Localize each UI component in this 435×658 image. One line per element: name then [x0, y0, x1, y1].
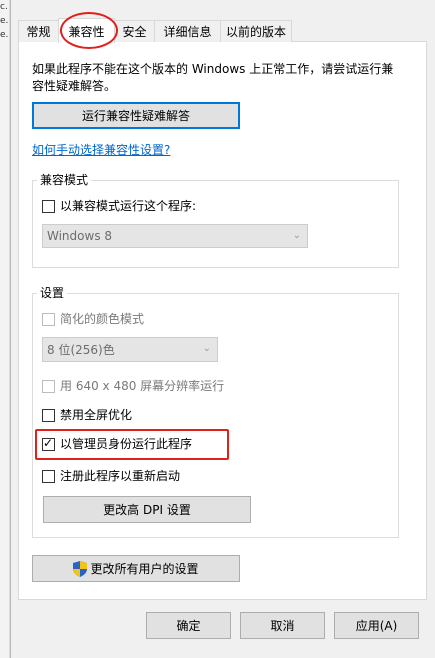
button-label: 运行兼容性疑难解答 — [81, 109, 190, 123]
run-640-checkbox[interactable] — [42, 380, 55, 393]
run-troubleshooter-button[interactable]: 运行兼容性疑难解答 — [32, 102, 240, 129]
change-all-users-button[interactable]: 更改所有用户的设置 — [32, 555, 240, 582]
reduced-color-label: 简化的颜色模式 — [60, 312, 145, 326]
button-label: 确定 — [176, 619, 201, 633]
background-glyph: e. — [0, 30, 9, 40]
annotation-ellipse — [60, 12, 118, 49]
button-label: 应用(A) — [355, 619, 398, 633]
manual-compat-link[interactable]: 如何手动选择兼容性设置? — [32, 141, 170, 159]
intro-text-line-2: 容性疑难解答。 — [32, 79, 117, 93]
tab-label: 常规 — [26, 25, 51, 39]
tab-label: 详细信息 — [163, 25, 212, 39]
compat-mode-label: 以兼容模式运行这个程序: — [60, 199, 197, 213]
uac-shield-icon — [73, 560, 88, 577]
disable-fullscreen-label: 禁用全屏优化 — [60, 408, 133, 422]
compat-mode-legend: 兼容模式 — [37, 173, 92, 187]
register-restart-checkbox[interactable] — [42, 470, 55, 483]
button-label: 取消 — [270, 619, 295, 633]
select-value: Windows 8 — [47, 229, 113, 243]
tab-details[interactable]: 详细信息 — [154, 20, 221, 42]
background-glyph: e. — [0, 16, 9, 26]
tab-general[interactable]: 常规 — [18, 20, 59, 42]
tab-label: 以前的版本 — [225, 25, 286, 39]
chevron-down-icon: ⌄ — [202, 343, 211, 354]
register-restart-label: 注册此程序以重新启动 — [60, 469, 181, 483]
apply-button[interactable]: 应用(A) — [334, 612, 419, 639]
disable-fullscreen-checkbox[interactable] — [42, 409, 55, 422]
annotation-highlight-box — [35, 429, 229, 460]
ok-button[interactable]: 确定 — [146, 612, 231, 639]
chevron-down-icon: ⌄ — [292, 230, 301, 241]
tab-security[interactable]: 安全 — [114, 20, 155, 42]
cancel-button[interactable]: 取消 — [240, 612, 325, 639]
compat-mode-checkbox[interactable] — [42, 200, 55, 213]
background-window-edge: c. e. e. — [0, 0, 10, 658]
intro-text-line-1: 如果此程序不能在这个版本的 Windows 上正常工作，请尝试运行兼 — [32, 62, 394, 76]
reduced-color-checkbox[interactable] — [42, 313, 55, 326]
os-version-select[interactable]: Windows 8 ⌄ — [42, 224, 308, 248]
button-label: 更改高 DPI 设置 — [103, 503, 191, 517]
tab-label: 安全 — [122, 25, 147, 39]
select-value: 8 位(256)色 — [47, 343, 115, 357]
color-mode-select[interactable]: 8 位(256)色 ⌄ — [42, 337, 218, 362]
run-640-label: 用 640 x 480 屏幕分辨率运行 — [60, 379, 225, 393]
button-label: 更改所有用户的设置 — [90, 562, 199, 576]
tab-previous-versions[interactable]: 以前的版本 — [220, 20, 292, 42]
settings-legend: 设置 — [37, 286, 68, 300]
background-glyph: c. — [0, 2, 8, 12]
change-dpi-button[interactable]: 更改高 DPI 设置 — [43, 496, 251, 523]
